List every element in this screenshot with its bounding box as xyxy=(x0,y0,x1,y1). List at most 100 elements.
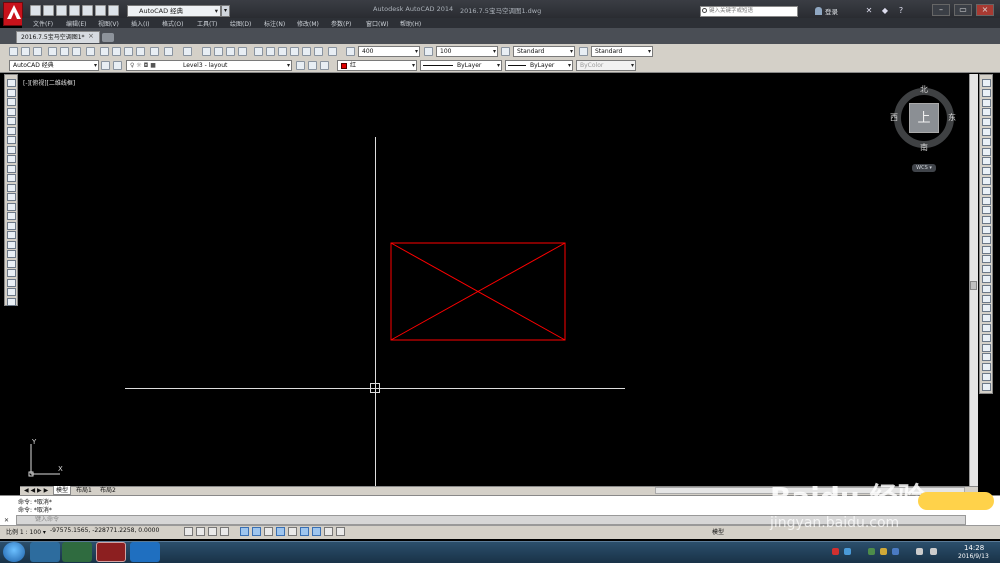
modify-tool-icon[interactable] xyxy=(982,118,991,127)
clock-time[interactable]: 14:28 xyxy=(964,544,984,552)
make-current-layer-icon[interactable] xyxy=(296,61,305,70)
draw-tool-icon[interactable] xyxy=(7,231,16,239)
modify-tool-icon[interactable] xyxy=(982,304,991,313)
viewcube-east[interactable]: 东 xyxy=(948,112,956,123)
snap-mode-toggle[interactable] xyxy=(196,527,205,536)
dim-value-combo[interactable]: 100 ▾ xyxy=(436,46,498,57)
copy-icon[interactable] xyxy=(112,47,121,56)
dynamic-ucs-toggle[interactable] xyxy=(288,527,297,536)
draw-tool-icon[interactable] xyxy=(7,164,16,173)
transparency-toggle[interactable] xyxy=(324,527,333,536)
plot-icon[interactable] xyxy=(48,47,57,56)
plot-preview-icon[interactable] xyxy=(60,47,69,56)
workspace-settings-icon[interactable] xyxy=(101,61,110,70)
draw-tool-icon[interactable] xyxy=(7,183,16,192)
help-icon[interactable] xyxy=(328,47,337,56)
plot-icon[interactable] xyxy=(82,5,93,16)
modify-tool-icon[interactable] xyxy=(982,353,991,362)
design-center-icon[interactable] xyxy=(266,47,275,56)
draw-tool-icon[interactable] xyxy=(7,98,16,106)
modify-tool-icon[interactable] xyxy=(982,275,991,283)
pan-icon[interactable] xyxy=(202,47,211,56)
autodesk-app-icon[interactable]: ◆ xyxy=(880,6,890,16)
modify-tool-icon[interactable] xyxy=(982,108,991,117)
sheet-set-icon[interactable] xyxy=(290,47,299,56)
wcs-menu[interactable]: WCS ▾ xyxy=(912,164,936,172)
menu-file[interactable]: 文件(F) xyxy=(33,19,53,28)
tray-icon[interactable] xyxy=(880,548,887,555)
color-combo[interactable]: 红 ▾ xyxy=(337,60,417,71)
network-icon[interactable] xyxy=(916,548,923,555)
coordinates-display[interactable]: -97575.1565, -228771.2258, 0.0000 xyxy=(50,527,159,534)
mleader-style-icon[interactable] xyxy=(579,47,588,56)
layout-nav-buttons[interactable]: ◀ ◀ ▶ ▶ xyxy=(22,486,50,495)
modify-tool-icon[interactable] xyxy=(982,294,991,303)
scroll-thumb[interactable] xyxy=(970,281,977,290)
viewcube-north[interactable]: 北 xyxy=(920,84,928,95)
draw-tool-icon[interactable] xyxy=(7,145,16,154)
red-rectangle-with-x[interactable] xyxy=(390,242,567,342)
draw-tool-icon[interactable] xyxy=(7,193,16,201)
modify-tool-icon[interactable] xyxy=(982,226,991,234)
layer-state-icon[interactable] xyxy=(320,61,329,70)
menu-help[interactable]: 帮助(H) xyxy=(400,19,421,28)
modify-tool-icon[interactable] xyxy=(982,255,991,264)
undo-icon[interactable] xyxy=(164,47,173,56)
close-tab-icon[interactable]: × xyxy=(88,31,97,41)
ortho-mode-toggle[interactable] xyxy=(220,527,229,536)
modify-tool-icon[interactable] xyxy=(982,314,991,323)
quickcalc-icon[interactable] xyxy=(314,47,323,56)
menu-modify[interactable]: 修改(M) xyxy=(297,19,319,28)
grid-display-toggle[interactable] xyxy=(208,527,217,536)
modify-tool-icon[interactable] xyxy=(982,216,991,225)
draw-tool-icon[interactable] xyxy=(7,202,16,211)
zoom-previous-icon[interactable] xyxy=(238,47,247,56)
modify-tool-icon[interactable] xyxy=(982,147,991,156)
menu-parametric[interactable]: 参数(P) xyxy=(331,19,351,28)
menu-window[interactable]: 窗口(W) xyxy=(366,19,389,28)
zoom-realtime-icon[interactable] xyxy=(214,47,223,56)
draw-tool-icon[interactable] xyxy=(7,297,16,306)
new-icon[interactable] xyxy=(30,5,41,16)
tray-icon[interactable] xyxy=(892,548,899,555)
minimize-button[interactable]: – xyxy=(932,4,950,16)
cut-icon[interactable] xyxy=(100,47,109,56)
open-icon[interactable] xyxy=(43,5,54,16)
markup-icon[interactable] xyxy=(302,47,311,56)
restore-button[interactable]: ▭ xyxy=(954,4,972,16)
modify-tool-icon[interactable] xyxy=(982,88,991,97)
menu-tools[interactable]: 工具(T) xyxy=(197,19,217,28)
taskbar-wps-icon[interactable] xyxy=(130,542,160,562)
application-menu-button[interactable] xyxy=(3,2,23,26)
text-style-combo[interactable]: Standard ▾ xyxy=(513,46,575,57)
draw-tool-icon[interactable] xyxy=(7,240,16,249)
command-window-close-icon[interactable]: ✕ xyxy=(4,517,14,524)
modify-tool-icon[interactable] xyxy=(982,245,991,254)
modify-tool-icon[interactable] xyxy=(982,137,991,146)
lineweight-toggle[interactable] xyxy=(312,527,321,536)
modify-tool-icon[interactable] xyxy=(982,167,991,176)
tray-icon[interactable] xyxy=(844,548,851,555)
close-button[interactable]: × xyxy=(976,4,994,16)
modify-tool-icon[interactable] xyxy=(982,333,991,342)
viewcube-top-face[interactable]: 上 xyxy=(909,103,939,133)
workspace-select[interactable]: AutoCAD 经典 xyxy=(127,5,221,17)
viewcube-south[interactable]: 南 xyxy=(920,142,928,153)
text-height-combo[interactable]: 400 ▾ xyxy=(358,46,420,57)
customize-quick-access-icon[interactable]: ▾ xyxy=(221,5,230,17)
draw-tool-icon[interactable] xyxy=(7,212,16,220)
viewport-controls[interactable]: [-][俯视][二维线框] xyxy=(23,78,75,87)
draw-tool-icon[interactable] xyxy=(7,174,16,182)
volume-icon[interactable] xyxy=(930,548,937,555)
draw-tool-icon[interactable] xyxy=(7,288,16,296)
draw-tool-icon[interactable] xyxy=(7,136,16,144)
menu-draw[interactable]: 绘图(D) xyxy=(230,19,251,28)
draw-tool-icon[interactable] xyxy=(7,250,16,258)
redo-icon[interactable] xyxy=(183,47,192,56)
draw-tool-icon[interactable] xyxy=(7,155,16,163)
modify-tool-icon[interactable] xyxy=(982,324,991,332)
menu-edit[interactable]: 编辑(E) xyxy=(66,19,86,28)
modify-tool-icon[interactable] xyxy=(982,235,991,244)
quick-properties-toggle[interactable] xyxy=(336,527,345,536)
properties-icon[interactable] xyxy=(254,47,263,56)
